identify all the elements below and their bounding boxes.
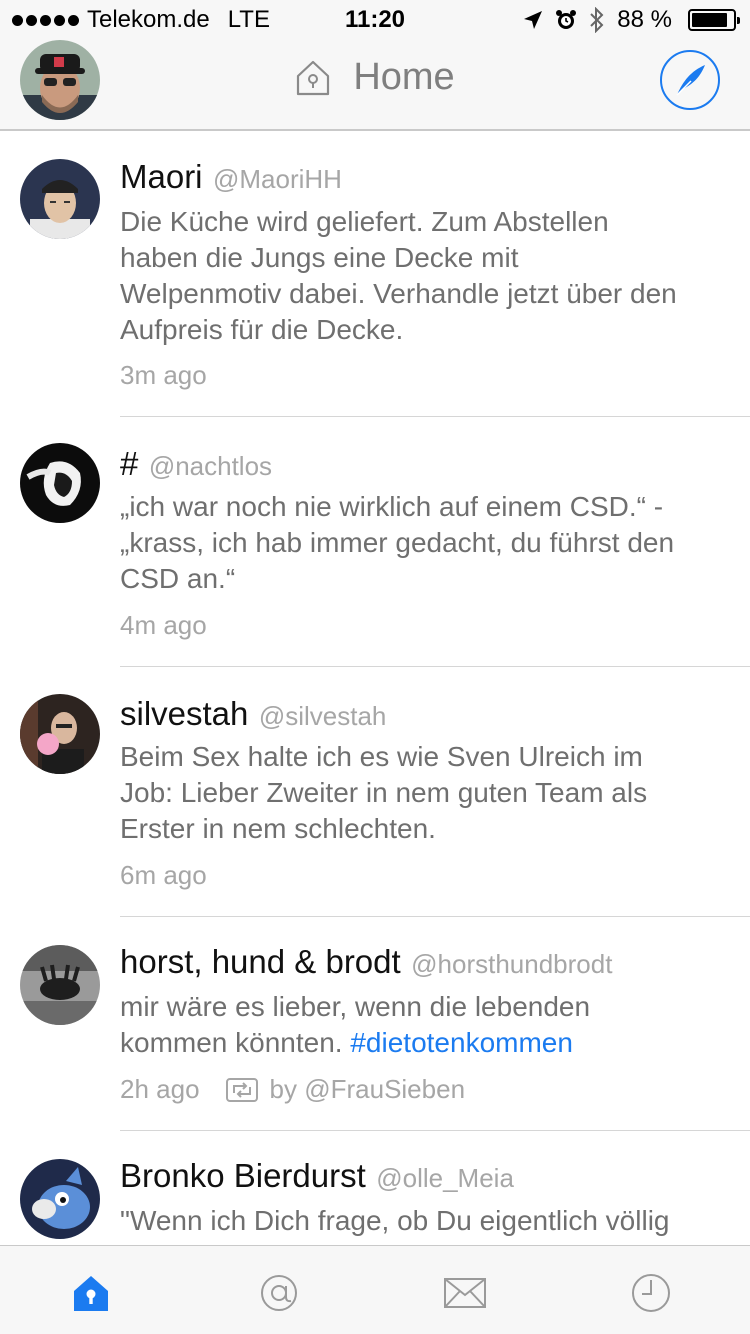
tweet-text-line: „krass, ich hab immer gedacht, du führst… bbox=[120, 527, 675, 558]
tweet[interactable]: # @nachtlos „ich war noch nie wirklich a… bbox=[0, 417, 750, 667]
tweet[interactable]: silvestah @silvestah Beim Sex halte ich … bbox=[0, 667, 750, 917]
timeline[interactable]: Maori @MaoriHH Die Küche wird geliefert.… bbox=[0, 132, 750, 1245]
tweet-header: # @nachtlos bbox=[120, 445, 272, 483]
battery-percent: 88 % bbox=[617, 6, 672, 33]
tweet-author-name[interactable]: # bbox=[120, 445, 138, 482]
retweet-icon bbox=[225, 1077, 258, 1102]
tweet-text: „ich war noch nie wirklich auf einem CSD… bbox=[120, 489, 740, 597]
tweet-text: Die Küche wird geliefert. Zum Abstellen … bbox=[120, 204, 740, 348]
tweet-author-name[interactable]: silvestah bbox=[120, 695, 248, 732]
tweet-text-line: Job: Lieber Zweiter in nem guten Team al… bbox=[120, 777, 648, 808]
tweet-text-line: CSD an.“ bbox=[120, 563, 236, 594]
bluetooth-icon bbox=[590, 7, 604, 33]
battery-fill bbox=[692, 13, 728, 27]
tweet-text-line: "Wenn ich Dich frage, ob Du eigentlich v… bbox=[120, 1205, 670, 1236]
compose-feather-icon bbox=[676, 65, 705, 96]
tweet-text-line: Erster in nem schlechten. bbox=[120, 813, 436, 844]
tweet-author-handle[interactable]: @olle_Meia bbox=[376, 1163, 514, 1193]
tweet-meta: 2h ago by @FrauSieben bbox=[120, 1074, 465, 1105]
tweet-timestamp: 6m ago bbox=[120, 860, 207, 890]
tweet-text-line: „ich war noch nie wirklich auf einem CSD… bbox=[120, 491, 664, 522]
nav-bar: Home bbox=[0, 40, 750, 131]
tweet-text-fragment: kommen könnten. bbox=[120, 1027, 343, 1058]
avatar-image bbox=[20, 694, 100, 774]
tweet-author-name[interactable]: Maori bbox=[120, 158, 203, 195]
tweet-meta: 6m ago bbox=[120, 860, 207, 891]
tweet-text-line: kommen könnten. #dietotenkommen bbox=[120, 1025, 740, 1061]
hashtag-link[interactable]: #dietotenkommen bbox=[350, 1027, 573, 1058]
avatar-image bbox=[20, 945, 100, 1025]
tweet-header: horst, hund & brodt @horsthundbrodt bbox=[120, 943, 612, 981]
tweet-text: mir wäre es lieber, wenn die lebenden ko… bbox=[120, 989, 740, 1061]
home-tab-icon bbox=[74, 1276, 108, 1311]
tweet-header: Bronko Bierdurst @olle_Meia bbox=[120, 1157, 514, 1195]
tweet-text: "Wenn ich Dich frage, ob Du eigentlich v… bbox=[120, 1203, 740, 1239]
tweet-text-line: Welpenmotiv dabei. Verhandle jetzt über … bbox=[120, 278, 677, 309]
envelope-icon bbox=[444, 1278, 486, 1308]
tweet-text-line: Beim Sex halte ich es wie Sven Ulreich i… bbox=[120, 741, 643, 772]
tweet-author-handle[interactable]: @silvestah bbox=[259, 701, 387, 731]
avatar-image bbox=[20, 159, 100, 239]
tweet-timestamp: 2h ago bbox=[120, 1074, 200, 1104]
tweet-meta: 4m ago bbox=[120, 610, 207, 641]
location-arrow-icon bbox=[524, 11, 543, 29]
tweet-timestamp: 4m ago bbox=[120, 610, 207, 640]
compose-button[interactable] bbox=[660, 50, 720, 110]
status-right: 88 % bbox=[523, 6, 740, 34]
tweet-author-name[interactable]: horst, hund & brodt bbox=[120, 943, 401, 980]
tweet-author-name[interactable]: Bronko Bierdurst bbox=[120, 1157, 366, 1194]
retweeted-by[interactable]: by @FrauSieben bbox=[270, 1074, 466, 1105]
tweet[interactable]: horst, hund & brodt @horsthundbrodt mir … bbox=[0, 917, 750, 1131]
tweet-timestamp: 3m ago bbox=[120, 360, 207, 390]
tweet-text-line: Die Küche wird geliefert. Zum Abstellen bbox=[120, 206, 609, 237]
tweet-text-line: Aufpreis für die Decke. bbox=[120, 314, 404, 345]
avatar-image bbox=[20, 443, 100, 523]
home-tab[interactable] bbox=[66, 1268, 116, 1318]
tab-bar bbox=[0, 1245, 750, 1334]
alarm-icon bbox=[556, 10, 577, 29]
tweet-text: Beim Sex halte ich es wie Sven Ulreich i… bbox=[120, 739, 740, 847]
tweet-header: Maori @MaoriHH bbox=[120, 158, 342, 196]
page-title: Home bbox=[353, 56, 455, 98]
tweet-avatar[interactable] bbox=[20, 1159, 100, 1239]
tweet-avatar[interactable] bbox=[20, 443, 100, 523]
tweet-text-line: mir wäre es lieber, wenn die lebenden bbox=[120, 991, 591, 1022]
tweet-avatar[interactable] bbox=[20, 159, 100, 239]
tweet[interactable]: Bronko Bierdurst @olle_Meia "Wenn ich Di… bbox=[0, 1131, 750, 1245]
clock-icon bbox=[632, 1274, 670, 1312]
home-icon bbox=[297, 60, 330, 95]
status-bar: Telekom.de LTE 11:20 88 % bbox=[0, 0, 750, 40]
tweet-avatar[interactable] bbox=[20, 945, 100, 1025]
at-sign-icon bbox=[261, 1275, 297, 1311]
tweet-author-handle[interactable]: @nachtlos bbox=[149, 451, 272, 481]
avatar-image bbox=[20, 1159, 100, 1239]
tweet-header: silvestah @silvestah bbox=[120, 695, 386, 733]
tweet-author-handle[interactable]: @horsthundbrodt bbox=[411, 949, 612, 979]
tweet[interactable]: Maori @MaoriHH Die Küche wird geliefert.… bbox=[0, 132, 750, 417]
tweet-author-handle[interactable]: @MaoriHH bbox=[213, 164, 342, 194]
nav-title-group: Home bbox=[0, 56, 750, 99]
tweet-text-line: haben die Jungs eine Decke mit bbox=[120, 242, 519, 273]
tweet-meta: 3m ago bbox=[120, 360, 207, 391]
mentions-tab[interactable] bbox=[254, 1268, 304, 1318]
tweet-avatar[interactable] bbox=[20, 694, 100, 774]
battery-icon bbox=[688, 9, 740, 31]
messages-tab[interactable] bbox=[440, 1268, 490, 1318]
activity-tab[interactable] bbox=[626, 1268, 676, 1318]
